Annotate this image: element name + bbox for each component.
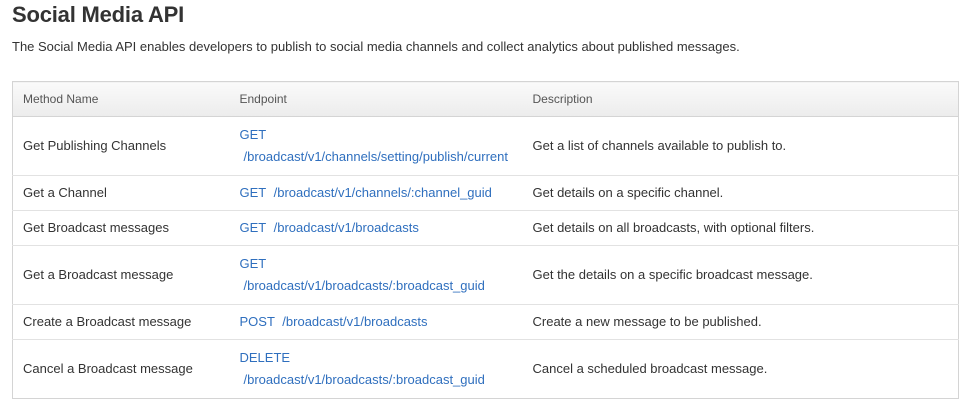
- endpoint-link[interactable]: GET /broadcast/v1/broadcasts/:broadcast_…: [240, 256, 485, 293]
- endpoint-path: /broadcast/v1/broadcasts/:broadcast_guid: [243, 372, 485, 387]
- method-description: Get the details on a specific broadcast …: [522, 245, 959, 305]
- table-header: Method Name Endpoint Description: [12, 81, 959, 117]
- endpoint-path: /broadcast/v1/broadcasts: [273, 220, 419, 235]
- method-description: Get details on all broadcasts, with opti…: [522, 210, 959, 246]
- table-row: Get Broadcast messages GET /broadcast/v1…: [12, 210, 959, 246]
- method-name: Create a Broadcast message: [12, 304, 228, 340]
- page-title: Social Media API: [12, 2, 185, 27]
- http-verb: GET: [239, 220, 267, 235]
- table-row: Create a Broadcast message POST /broadca…: [12, 304, 959, 340]
- endpoint-cell: GET /broadcast/v1/channels/setting/publi…: [228, 117, 523, 176]
- http-verb: POST: [239, 314, 275, 329]
- endpoint-link[interactable]: DELETE /broadcast/v1/broadcasts/:broadca…: [240, 350, 485, 387]
- header-endpoint: Endpoint: [227, 81, 523, 117]
- endpoint-cell: GET /broadcast/v1/broadcasts/:broadcast_…: [227, 245, 523, 305]
- api-methods-table: Method Name Endpoint Description Get Pub…: [12, 81, 959, 399]
- page-intro: The Social Media API enables developers …: [12, 39, 740, 54]
- method-name: Get a Channel: [12, 175, 228, 211]
- method-description: Cancel a scheduled broadcast message.: [522, 339, 959, 399]
- endpoint-link[interactable]: GET /broadcast/v1/broadcasts: [240, 220, 419, 235]
- table-row: Get Publishing Channels GET /broadcast/v…: [13, 117, 959, 176]
- endpoint-path: /broadcast/v1/broadcasts: [282, 314, 428, 329]
- endpoint-link[interactable]: GET /broadcast/v1/channels/:channel_guid: [240, 185, 492, 200]
- table-row: Cancel a Broadcast message DELETE /broad…: [12, 339, 959, 399]
- endpoint-link[interactable]: GET /broadcast/v1/channels/setting/publi…: [240, 127, 509, 164]
- table-body: Get Publishing Channels GET /broadcast/v…: [12, 117, 959, 399]
- api-doc-page: Social Media API The Social Media API en…: [0, 0, 969, 410]
- endpoint-cell: POST /broadcast/v1/broadcasts: [227, 304, 523, 340]
- method-name: Cancel a Broadcast message: [12, 339, 228, 399]
- method-description: Create a new message to be published.: [522, 304, 959, 340]
- http-verb: GET: [239, 127, 267, 142]
- table-header-row: Method Name Endpoint Description: [12, 81, 959, 117]
- http-verb: GET: [239, 185, 267, 200]
- header-description: Description: [522, 81, 959, 117]
- http-verb: GET: [239, 256, 267, 271]
- endpoint-cell: GET /broadcast/v1/channels/:channel_guid: [227, 175, 523, 211]
- endpoint-path: /broadcast/v1/channels/:channel_guid: [273, 185, 492, 200]
- endpoint-path: /broadcast/v1/broadcasts/:broadcast_guid: [243, 278, 485, 293]
- endpoint-path: /broadcast/v1/channels/setting/publish/c…: [243, 149, 509, 164]
- header-method-name: Method Name: [12, 81, 228, 117]
- endpoint-link[interactable]: POST /broadcast/v1/broadcasts: [240, 314, 428, 329]
- endpoint-cell: DELETE /broadcast/v1/broadcasts/:broadca…: [227, 339, 523, 399]
- table-row: Get a Channel GET /broadcast/v1/channels…: [12, 175, 959, 211]
- method-name: Get Publishing Channels: [23, 138, 167, 153]
- endpoint-cell: GET /broadcast/v1/broadcasts: [227, 210, 523, 246]
- http-verb: DELETE: [239, 350, 291, 365]
- method-name: Get a Broadcast message: [12, 245, 228, 305]
- method-name: Get Broadcast messages: [12, 210, 228, 246]
- table-row: Get a Broadcast message GET /broadcast/v…: [12, 245, 959, 305]
- method-description: Get a list of channels available to publ…: [532, 138, 787, 153]
- method-description: Get details on a specific channel.: [522, 175, 959, 211]
